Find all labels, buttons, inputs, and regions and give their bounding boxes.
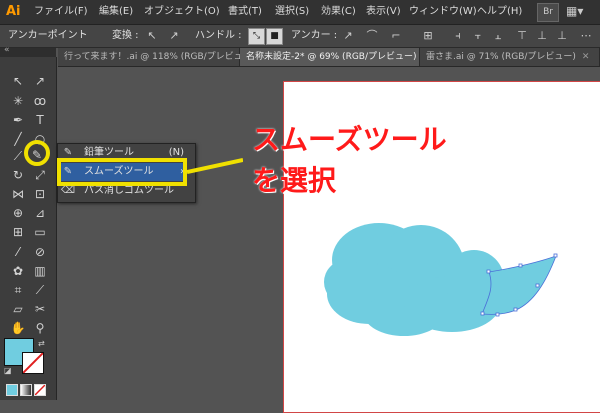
mesh-tool-icon[interactable]: ⊞	[9, 223, 27, 241]
tab-document-1[interactable]: 行って来ます！.ai @ 118% (RGB/プレビュー)✕	[58, 48, 269, 66]
free-transform-tool-icon[interactable]: ⊡	[31, 185, 49, 203]
gradient-tool-icon[interactable]: ▭	[31, 223, 49, 241]
menu-edit[interactable]: 編集(E)	[99, 4, 133, 20]
gradient-mode-icon[interactable]	[20, 384, 32, 396]
close-icon[interactable]: ✕	[582, 48, 590, 66]
rotate-tool-icon[interactable]: ↻	[9, 166, 27, 184]
cut-path-icon[interactable]: ⌐	[388, 28, 404, 44]
handle-hide-icon[interactable]: ■	[266, 28, 283, 45]
cloud-shape[interactable]	[324, 223, 504, 336]
align-bottom-icon[interactable]: ⊥	[554, 28, 570, 44]
toolbar-header[interactable]: «	[0, 45, 56, 57]
menu-help[interactable]: ヘルプ(H)	[477, 4, 522, 20]
tab-label: 雷さま.ai @ 71% (RGB/プレビュー)	[426, 52, 576, 62]
artboard-tool-icon[interactable]: ⌗	[9, 281, 27, 299]
direct-selection-tool-icon[interactable]: ↗	[31, 72, 49, 90]
perspective-grid-tool-icon[interactable]: ⊿	[31, 204, 49, 222]
menu-window[interactable]: ウィンドウ(W)	[409, 4, 477, 20]
color-mode-icon[interactable]	[6, 384, 18, 396]
menu-effect[interactable]: 効果(C)	[321, 4, 356, 20]
align-top-icon[interactable]: ⊤	[514, 28, 530, 44]
shape-builder-tool-icon[interactable]: ⊕	[9, 204, 27, 222]
anchor-label: アンカー :	[291, 30, 338, 41]
more-options-icon[interactable]: ⋯	[578, 28, 594, 44]
arrange-documents-icon[interactable]: ▦▾	[566, 4, 588, 19]
menu-file[interactable]: ファイル(F)	[34, 4, 88, 20]
pen-tool-icon[interactable]: ✒	[9, 111, 27, 129]
stroke-swatch[interactable]	[22, 352, 44, 374]
highlight-connector	[187, 158, 243, 174]
none-slash-icon	[23, 353, 43, 373]
none-slash-icon	[35, 385, 45, 395]
eyedropper-tool-icon[interactable]: ⁄	[9, 243, 27, 261]
align-center-icon[interactable]: ⫟	[470, 28, 486, 44]
selection-tool-icon[interactable]: ↖	[9, 72, 27, 90]
menu-select[interactable]: 選択(S)	[275, 4, 309, 20]
remove-anchor-icon[interactable]: ↗	[340, 28, 356, 44]
flyout-item-label: パス消しゴムツール	[84, 185, 174, 196]
default-colors-icon[interactable]: ◪	[4, 366, 14, 376]
isolate-icon[interactable]: ⊞	[420, 28, 436, 44]
menu-view[interactable]: 表示(V)	[366, 4, 401, 20]
scissors-tool-icon[interactable]: ✂	[31, 300, 49, 318]
collapse-icon[interactable]: «	[4, 45, 10, 55]
align-left-icon[interactable]: ⫞	[450, 28, 466, 44]
anchor-point-label: アンカーポイント	[8, 30, 88, 41]
align-right-icon[interactable]: ⫠	[490, 28, 506, 44]
magic-wand-tool-icon[interactable]: ✳	[9, 92, 27, 110]
bridge-button[interactable]: Br	[537, 3, 559, 22]
app-logo: Ai	[6, 4, 21, 19]
lasso-tool-icon[interactable]: ꝏ	[31, 92, 49, 110]
annotation-line-1: スムーズツール	[252, 123, 447, 156]
highlight-circle	[24, 140, 50, 166]
align-middle-icon[interactable]: ⊥	[534, 28, 550, 44]
width-tool-icon[interactable]: ⋈	[9, 185, 27, 203]
handle-label: ハンドル :	[195, 30, 242, 41]
convert-smooth-icon[interactable]: ↗	[166, 28, 182, 44]
tab-document-2[interactable]: 名称未設定-2* @ 69% (RGB/プレビュー)✕	[240, 48, 430, 66]
flyout-item-label: 鉛筆ツール	[84, 147, 134, 158]
tab-label: 行って来ます！.ai @ 118% (RGB/プレビュー)	[64, 52, 256, 62]
slice-tool-icon[interactable]: ⟋	[31, 281, 49, 299]
tab-document-3[interactable]: 雷さま.ai @ 71% (RGB/プレビュー) ✕	[420, 48, 600, 66]
zoom-tool-icon[interactable]: ⚲	[31, 319, 49, 337]
eraser-tool-icon[interactable]: ▱	[9, 300, 27, 318]
convert-corner-icon[interactable]: ↖	[144, 28, 160, 44]
blend-tool-icon[interactable]: ⊘	[31, 243, 49, 261]
tab-label: 名称未設定-2* @ 69% (RGB/プレビュー)	[246, 52, 417, 62]
annotation-line-2: を選択	[252, 164, 337, 197]
menu-type[interactable]: 書式(T)	[228, 4, 262, 20]
scale-tool-icon[interactable]: ⤢	[31, 166, 49, 184]
type-tool-icon[interactable]: T	[31, 111, 49, 129]
swap-colors-icon[interactable]: ⇄	[38, 340, 46, 348]
none-mode-icon[interactable]	[34, 384, 46, 396]
convert-label: 変換 :	[112, 30, 139, 41]
menu-object[interactable]: オブジェクト(O)	[144, 4, 220, 20]
connect-anchor-icon[interactable]: ⌒	[364, 28, 380, 44]
graph-tool-icon[interactable]: ▥	[31, 262, 49, 280]
handle-show-icon[interactable]: ⤡	[248, 28, 265, 45]
hand-tool-icon[interactable]: ✋	[9, 319, 27, 337]
line-tool-icon[interactable]: ╱	[9, 130, 27, 148]
symbol-sprayer-tool-icon[interactable]: ✿	[9, 262, 27, 280]
highlight-box	[57, 158, 187, 186]
